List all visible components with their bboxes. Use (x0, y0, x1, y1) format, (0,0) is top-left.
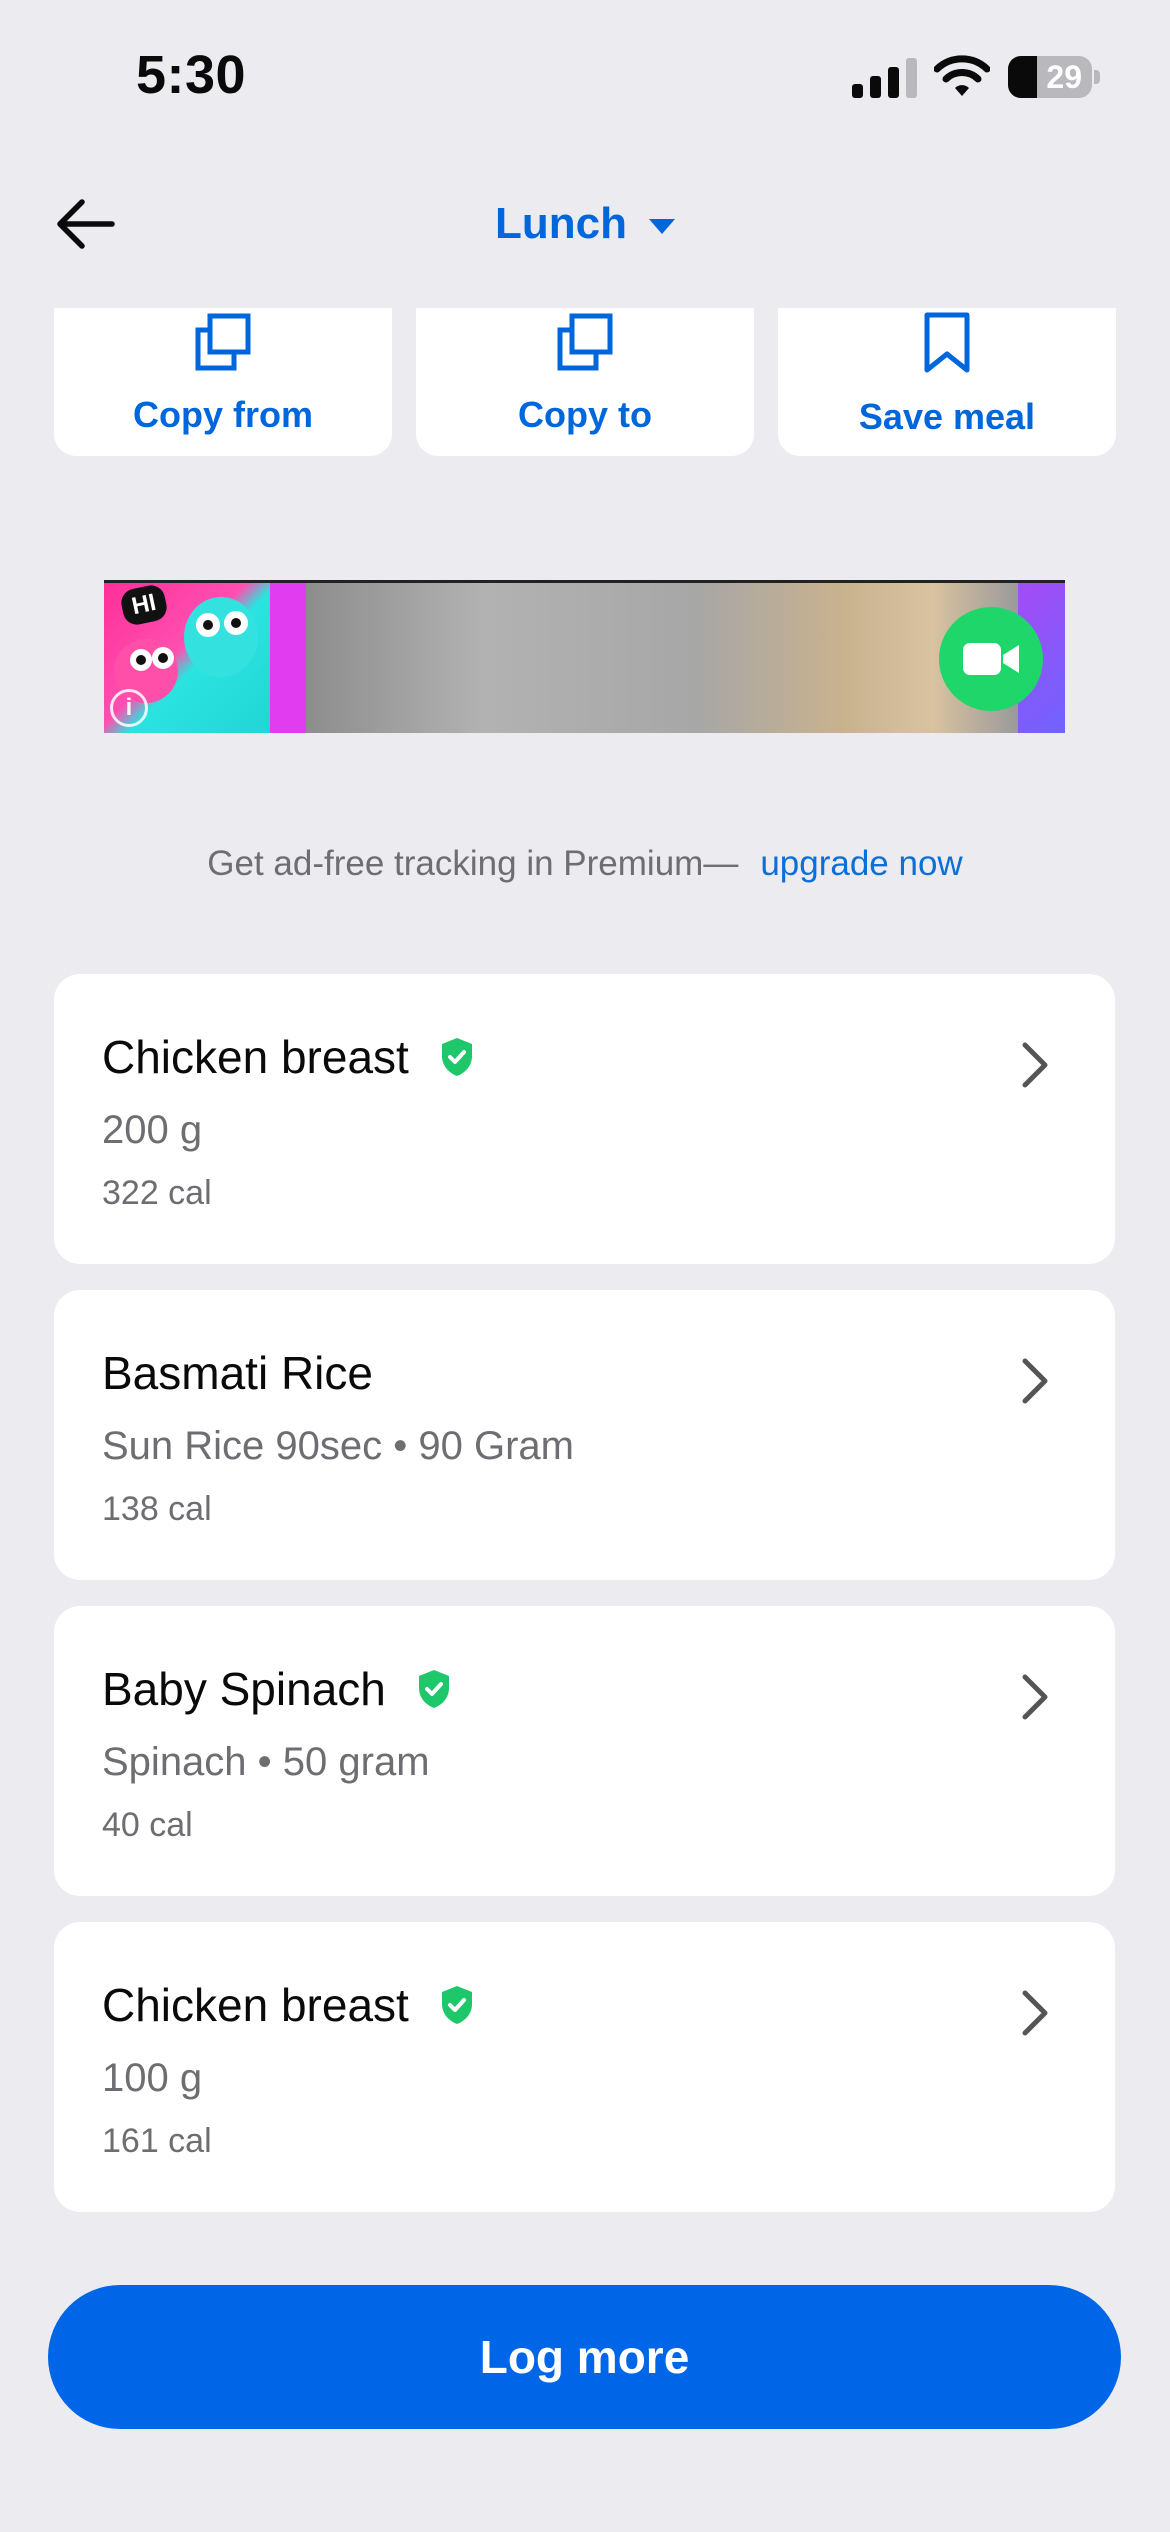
battery-tip (1094, 70, 1100, 84)
food-name: Chicken breast (102, 1979, 409, 2031)
food-item[interactable]: Baby Spinach Spinach • 50 gram 40 cal (54, 1606, 1115, 1896)
food-item[interactable]: Basmati Rice Sun Rice 90sec • 90 Gram 13… (54, 1290, 1115, 1580)
food-calories: 40 cal (102, 1806, 193, 1844)
log-more-label: Log more (479, 2331, 690, 2383)
chevron-right-icon (1022, 1990, 1048, 2036)
copy-to-label: Copy to (518, 394, 652, 435)
chevron-right-icon (1022, 1358, 1048, 1404)
battery-indicator: 29 (1008, 56, 1092, 98)
chevron-right-icon (1022, 1674, 1048, 1720)
video-camera-icon (939, 607, 1043, 711)
food-item[interactable]: Chicken breast 100 g 161 cal (54, 1922, 1115, 2212)
chevron-down-icon (648, 218, 675, 234)
cellular-signal-icon (852, 58, 917, 98)
copy-from-label: Copy from (133, 394, 313, 435)
food-calories: 138 cal (102, 1490, 212, 1528)
save-meal-button[interactable]: Save meal (778, 308, 1116, 456)
food-calories: 322 cal (102, 1174, 212, 1212)
battery-level-text: 29 (1046, 58, 1082, 95)
ad-mascot-cyan (184, 597, 258, 677)
bookmark-icon (924, 312, 970, 373)
verified-shield-icon (418, 1670, 449, 1708)
log-more-button[interactable]: Log more (48, 2285, 1121, 2429)
status-time: 5:30 (136, 45, 247, 105)
food-name-row: Chicken breast (102, 1030, 475, 1084)
food-name-row: Chicken breast (102, 1978, 475, 2032)
meal-title: Lunch (495, 199, 627, 248)
ad-info-icon[interactable]: i (110, 689, 148, 727)
food-name-row: Basmati Rice (102, 1346, 373, 1400)
ad-call-area (939, 583, 1065, 733)
ad-mascot-pupil (231, 618, 241, 628)
ad-mascot-pupil (203, 620, 213, 630)
ad-stripe (270, 583, 306, 733)
copy-icon (195, 313, 251, 371)
copy-from-button[interactable]: Copy from (54, 308, 392, 456)
copy-icon (557, 313, 613, 371)
premium-upsell: Get ad-free tracking in Premium— upgrade … (0, 844, 1170, 884)
food-name-row: Baby Spinach (102, 1662, 452, 1716)
ad-photo (306, 583, 1018, 733)
save-meal-label: Save meal (858, 396, 1036, 437)
ad-mascot-area: HI i (104, 583, 270, 733)
wifi-icon (934, 55, 990, 96)
food-name: Basmati Rice (102, 1347, 373, 1399)
food-name: Baby Spinach (102, 1663, 386, 1715)
food-item[interactable]: Chicken breast 200 g 322 cal (54, 974, 1115, 1264)
food-name: Chicken breast (102, 1031, 409, 1083)
food-serving: Sun Rice 90sec • 90 Gram (102, 1424, 574, 1468)
ad-banner[interactable]: HI i (104, 580, 1065, 733)
verified-shield-icon (441, 1038, 472, 1076)
copy-to-button[interactable]: Copy to (416, 308, 754, 456)
verified-shield-icon (441, 1986, 472, 2024)
food-calories: 161 cal (102, 2122, 212, 2160)
ad-mascot-pupil (136, 655, 146, 665)
food-serving: Spinach • 50 gram (102, 1740, 430, 1784)
ad-hi-badge: HI (118, 583, 170, 628)
premium-upsell-text: Get ad-free tracking in Premium— (207, 844, 739, 883)
food-serving: 100 g (102, 2056, 203, 2100)
food-serving: 200 g (102, 1108, 203, 1152)
meal-selector[interactable]: Lunch (0, 196, 1170, 252)
chevron-right-icon (1022, 1042, 1048, 1088)
ad-mascot-pupil (158, 653, 168, 663)
upgrade-now-link[interactable]: upgrade now (760, 844, 962, 883)
